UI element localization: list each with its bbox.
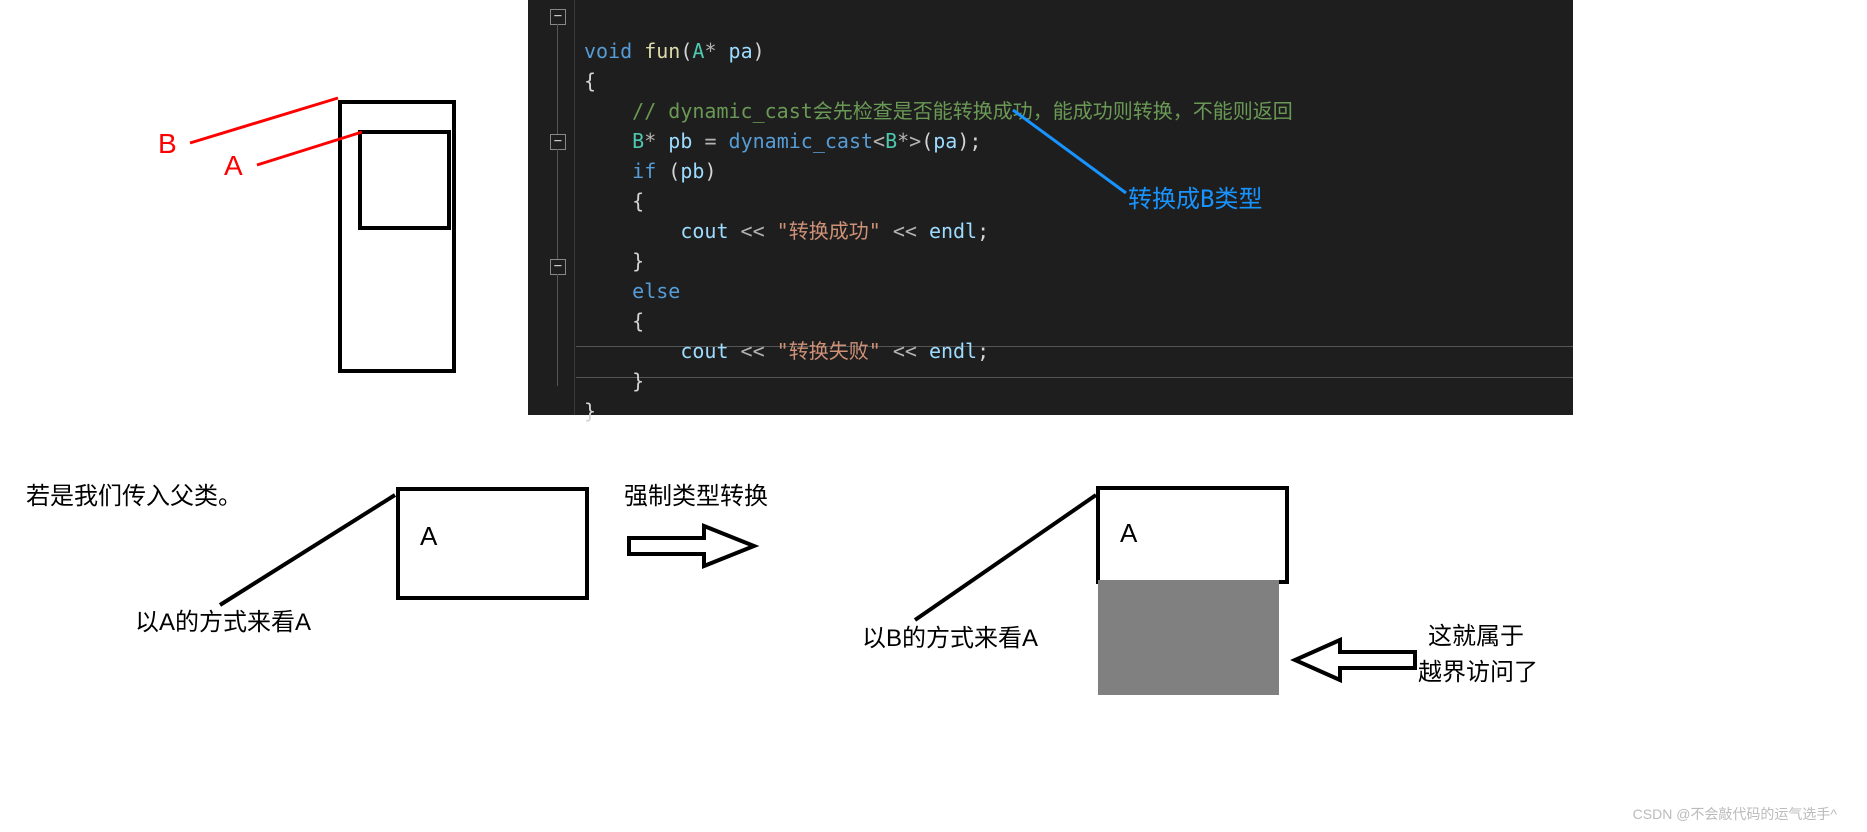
warn-line1: 这就属于 — [1428, 616, 1524, 651]
view-B-text: 以B的方式来看A — [862, 618, 1038, 653]
warn-arrow-icon — [1290, 632, 1420, 687]
watermark: CSDN @不会敲代码的运气选手^ — [1633, 804, 1837, 824]
right-pointer-line — [0, 0, 1300, 750]
warn-line2: 越界访问了 — [1418, 652, 1538, 687]
